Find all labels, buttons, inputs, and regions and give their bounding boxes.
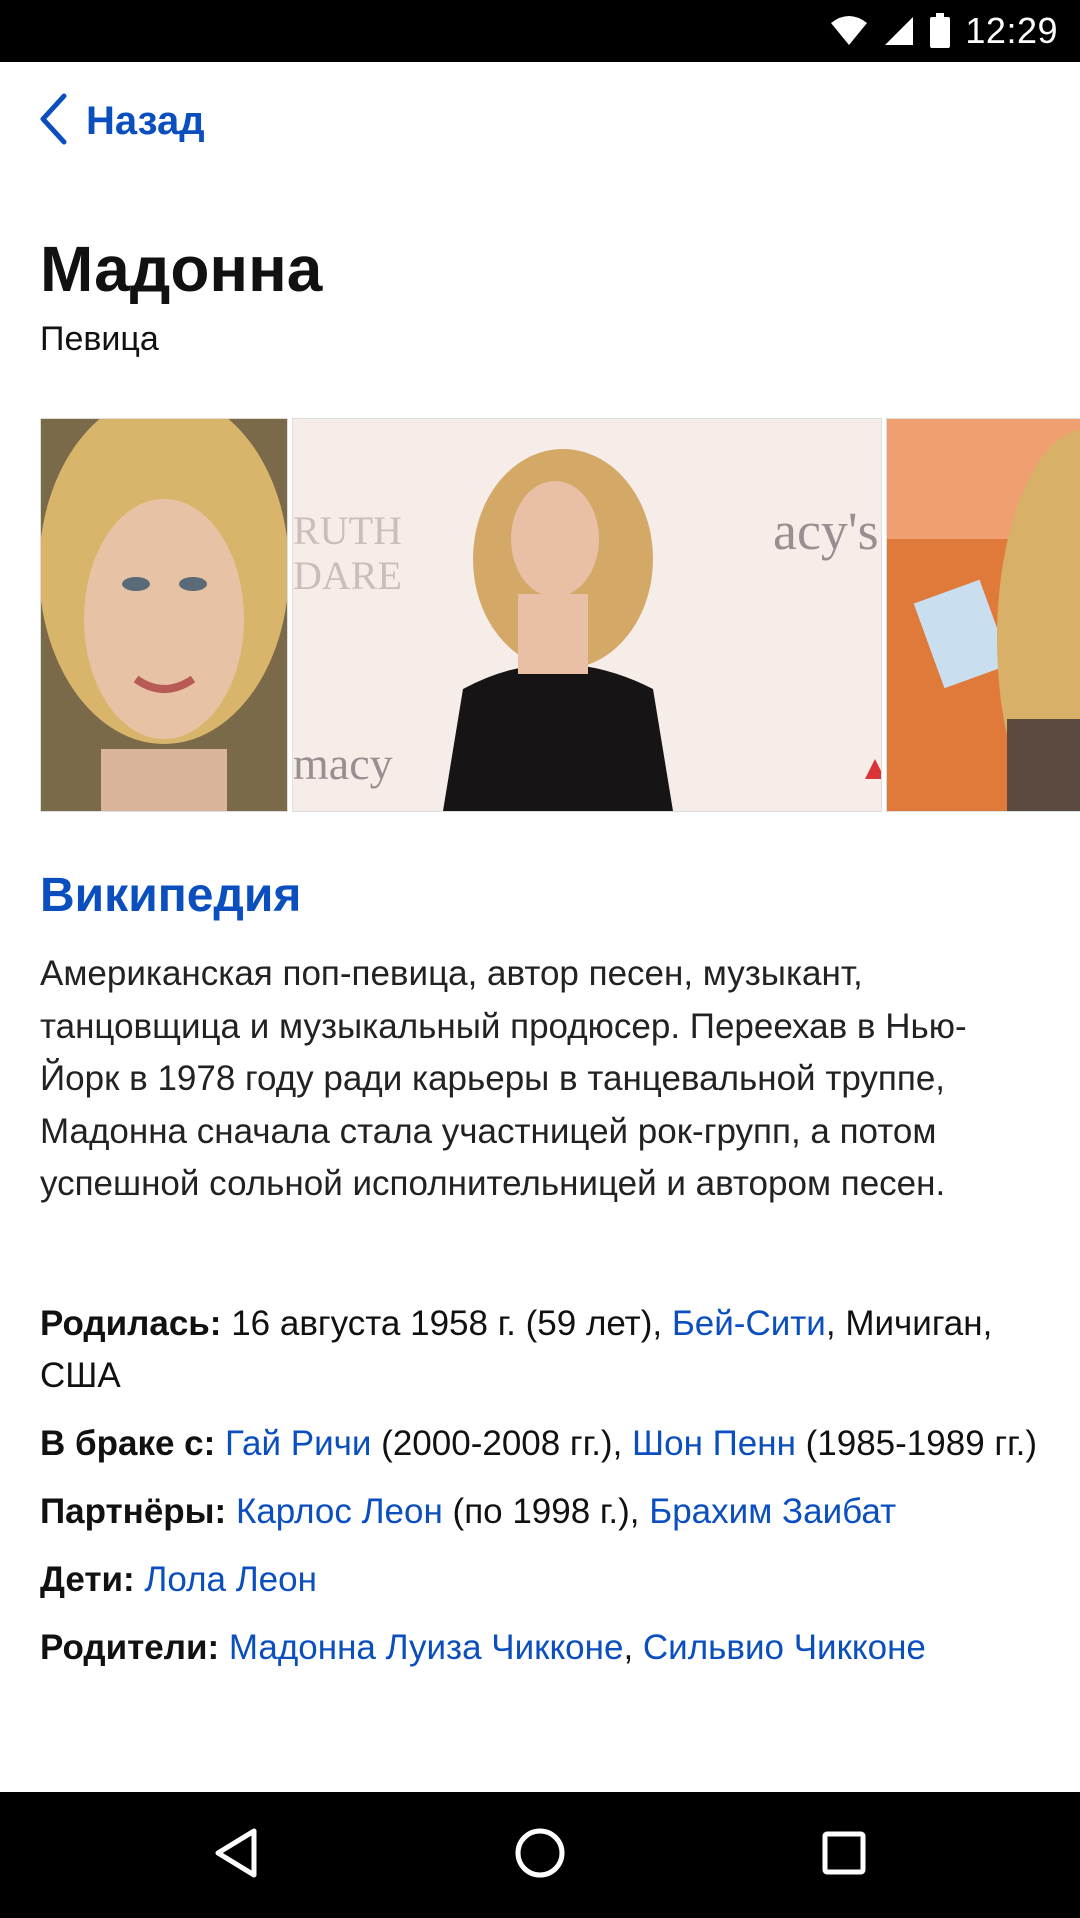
back-triangle-icon (212, 1827, 260, 1884)
wifi-icon (829, 15, 869, 47)
recents-square-icon (821, 1830, 867, 1881)
svg-text:acy's: acy's (773, 501, 879, 561)
image-gallery[interactable]: acy's macy RUTH DARE (40, 418, 1080, 812)
parent-link-2[interactable]: Сильвио Чикконе (643, 1628, 926, 1667)
fact-partners-label: Партнёры: (40, 1492, 227, 1531)
fact-spouse: В браке с: Гай Ричи (2000-2008 гг.), Шон… (40, 1418, 1040, 1470)
fact-partners: Партнёры: Карлос Леон (по 1998 г.), Брах… (40, 1486, 1040, 1538)
nav-recents-button[interactable] (784, 1792, 904, 1918)
parent-link-1[interactable]: Мадонна Луиза Чикконе (229, 1628, 624, 1667)
nav-back-button[interactable] (176, 1792, 296, 1918)
battery-icon (929, 13, 951, 49)
home-circle-icon (514, 1827, 566, 1884)
status-bar: 12:29 (0, 0, 1080, 62)
fact-born-date: 16 августа 1958 г. (59 лет), (221, 1304, 672, 1343)
partner-link-2[interactable]: Брахим Заибат (649, 1492, 896, 1531)
cell-signal-icon (883, 15, 915, 47)
content-area: Назад Мадонна Певица acy's macy RUTH DAR… (0, 62, 1080, 1792)
back-label: Назад (86, 99, 205, 143)
back-button[interactable]: Назад (38, 92, 205, 151)
fact-children-label: Дети: (40, 1560, 135, 1599)
svg-text:macy: macy (293, 738, 393, 789)
fact-parents-label: Родители: (40, 1628, 220, 1667)
partner-years-1: (по 1998 г.), (442, 1492, 650, 1531)
fact-born-label: Родилась: (40, 1304, 222, 1343)
facts-list: Родилась: 16 августа 1958 г. (59 лет), Б… (40, 1298, 1040, 1690)
wikipedia-description: Американская поп-певица, автор песен, му… (40, 954, 967, 1203)
fact-parents: Родители: Мадонна Луиза Чикконе, Сильвио… (40, 1622, 1040, 1674)
child-link-1[interactable]: Лола Леон (144, 1560, 317, 1599)
chevron-left-icon (38, 92, 68, 151)
spouse-link-2[interactable]: Шон Пенн (632, 1424, 796, 1463)
spouse-link-1[interactable]: Гай Ричи (225, 1424, 371, 1463)
page-subtitle: Певица (40, 320, 159, 358)
partner-link-1[interactable]: Карлос Леон (236, 1492, 443, 1531)
status-icons: 12:29 (829, 0, 1058, 62)
event-photo[interactable] (886, 418, 1080, 812)
navigation-bar (0, 1792, 1080, 1918)
birthplace-link[interactable]: Бей-Сити (672, 1304, 826, 1343)
red-carpet-photo[interactable]: acy's macy RUTH DARE (292, 418, 882, 812)
fact-born: Родилась: 16 августа 1958 г. (59 лет), Б… (40, 1298, 1040, 1402)
page-title: Мадонна (40, 233, 323, 305)
fact-spouse-label: В браке с: (40, 1424, 216, 1463)
parent-separator: , (623, 1628, 643, 1667)
portrait-photo[interactable] (40, 418, 288, 812)
spouse-years-2: (1985-1989 гг.) (795, 1424, 1038, 1463)
svg-text:RUTH: RUTH (293, 508, 402, 553)
svg-text:DARE: DARE (293, 553, 402, 598)
spouse-years-1: (2000-2008 гг.), (371, 1424, 633, 1463)
nav-home-button[interactable] (480, 1792, 600, 1918)
status-time: 12:29 (965, 10, 1058, 51)
wikipedia-link[interactable]: Википедия (40, 868, 301, 923)
fact-children: Дети: Лола Леон (40, 1554, 1040, 1606)
